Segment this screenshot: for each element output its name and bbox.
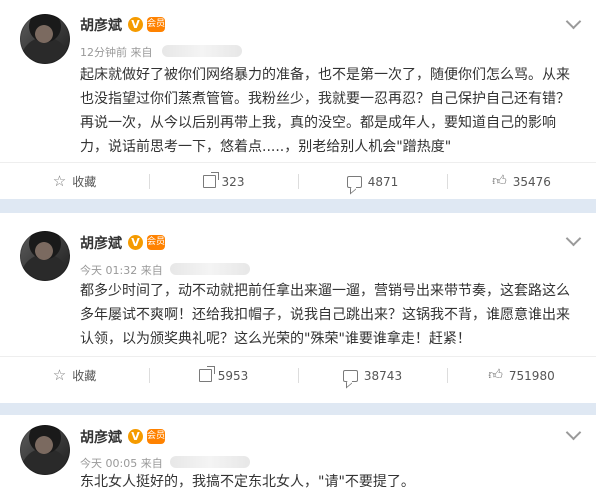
favorite-label: 收藏: [72, 369, 97, 383]
source-prefix: 来自: [140, 457, 163, 470]
comment-icon: [342, 369, 358, 382]
like-count: 751980: [508, 368, 555, 383]
action-bar: ☆ 收藏 5953 38743 👍︎ 751980: [0, 356, 596, 394]
redacted-source: [170, 263, 250, 275]
share-icon: [202, 172, 219, 188]
post-text: 都多少时间了，动不动就把前任拿出来遛一遛，营销号出来带节奏，这套路这么多年屡试不…: [80, 283, 570, 347]
comment-count: 38743: [363, 368, 403, 383]
share-count: 5953: [217, 368, 249, 383]
post-text: 东北女人挺好的，我搞不定东北女人，"请"不要提了。: [80, 474, 415, 490]
post-meta: 今天 01:32 来自: [80, 262, 163, 278]
vip-badge[interactable]: 会员: [147, 17, 165, 32]
redacted-source: [162, 45, 242, 57]
avatar[interactable]: [20, 231, 70, 281]
verified-badge: V: [128, 17, 143, 32]
post-time[interactable]: 今天 01:32: [80, 264, 137, 277]
comment-button[interactable]: 4871: [298, 163, 447, 200]
like-button[interactable]: 👍︎ 751980: [447, 357, 596, 394]
post-meta: 今天 00:05 来自: [80, 455, 163, 471]
like-button[interactable]: 👍︎ 35476: [447, 163, 596, 200]
redacted-source: [170, 456, 250, 468]
post-time[interactable]: 12分钟前: [80, 46, 127, 59]
share-count: 323: [221, 174, 245, 189]
vip-badge[interactable]: 会员: [147, 429, 165, 444]
share-button[interactable]: 5953: [149, 357, 298, 394]
favorite-button[interactable]: ☆ 收藏: [0, 163, 149, 200]
comment-icon: [346, 175, 362, 188]
comment-button[interactable]: 38743: [298, 357, 447, 394]
share-icon: [198, 366, 215, 382]
author-name[interactable]: 胡彦斌: [80, 15, 122, 35]
star-icon: ☆: [52, 366, 67, 384]
post-time[interactable]: 今天 00:05: [80, 457, 137, 470]
chevron-down-icon[interactable]: [565, 13, 582, 30]
like-count: 35476: [512, 174, 551, 189]
thumbs-up-icon: 👍︎: [492, 173, 507, 189]
comment-count: 4871: [367, 174, 399, 189]
post-meta: 12分钟前 来自: [80, 44, 153, 60]
thumbs-up-icon: 👍︎: [488, 367, 503, 383]
avatar[interactable]: [20, 425, 70, 475]
favorite-button[interactable]: ☆ 收藏: [0, 357, 149, 394]
share-button[interactable]: 323: [149, 163, 298, 200]
weibo-post: 胡彦斌 V 会员 今天 01:32 来自 都多少时间了，动不动就把前任拿出来遛一…: [0, 213, 596, 403]
author-name[interactable]: 胡彦斌: [80, 427, 122, 447]
source-prefix: 来自: [130, 46, 153, 59]
verified-badge: V: [128, 235, 143, 250]
vip-badge[interactable]: 会员: [147, 235, 165, 250]
post-text: 起床就做好了被你们网络暴力的准备，也不是第一次了，随便你们怎么骂。从来也没指望过…: [80, 67, 570, 155]
chevron-down-icon[interactable]: [565, 424, 582, 441]
action-bar: ☆ 收藏 323 4871 👍︎ 35476: [0, 162, 596, 200]
star-icon: ☆: [52, 172, 67, 190]
source-prefix: 来自: [140, 264, 163, 277]
avatar[interactable]: [20, 14, 70, 64]
chevron-down-icon[interactable]: [565, 230, 582, 247]
verified-badge: V: [128, 429, 143, 444]
author-name[interactable]: 胡彦斌: [80, 233, 122, 253]
favorite-label: 收藏: [72, 175, 97, 189]
weibo-post: 胡彦斌 V 会员 今天 00:05 来自 东北女人挺好的，我搞不定东北女人，"请…: [0, 415, 596, 497]
weibo-post: 胡彦斌 V 会员 12分钟前 来自 起床就做好了被你们网络暴力的准备，也不是第一…: [0, 0, 596, 199]
